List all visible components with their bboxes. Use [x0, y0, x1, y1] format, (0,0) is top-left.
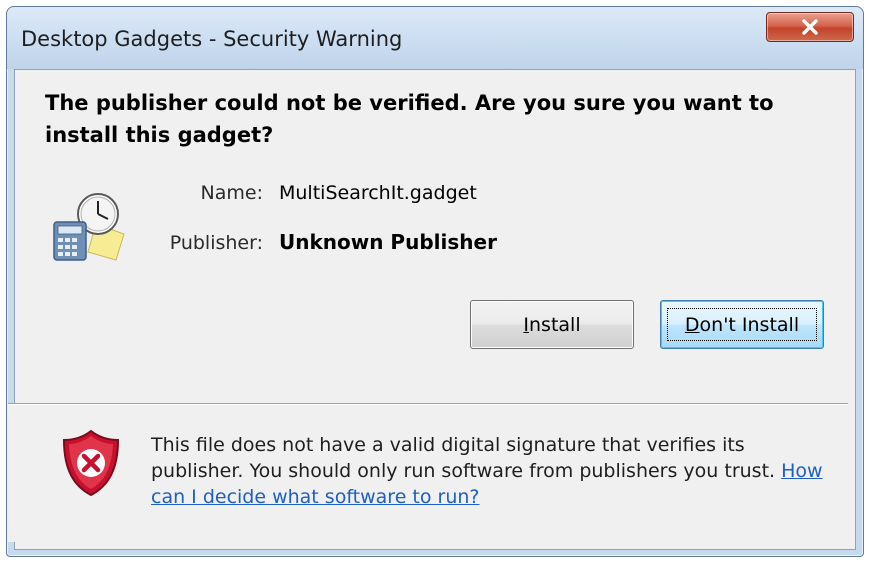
- name-value: MultiSearchIt.gadget: [279, 182, 477, 204]
- gadget-calculator-clock-icon: [53, 193, 125, 261]
- install-label: nstall: [529, 313, 581, 336]
- close-icon: [802, 19, 818, 35]
- warning-text: This file does not have a valid digital …: [151, 434, 782, 482]
- dialog-headline: The publisher could not be verified. Are…: [45, 91, 774, 147]
- window-title: Desktop Gadgets - Security Warning: [21, 27, 403, 51]
- dont-install-label: on't Install: [699, 313, 800, 336]
- dont-install-button[interactable]: Don't Install: [660, 300, 824, 349]
- signature-warning: This file does not have a valid digital …: [151, 432, 841, 510]
- title-bar[interactable]: Desktop Gadgets - Security Warning: [7, 7, 863, 69]
- dont-install-mnemonic: D: [684, 313, 700, 336]
- publisher-value: Unknown Publisher: [279, 230, 497, 254]
- close-button[interactable]: [766, 12, 854, 42]
- name-label: Name:: [200, 182, 263, 204]
- security-shield-x-icon: [62, 429, 120, 497]
- publisher-label: Publisher:: [169, 232, 263, 254]
- install-button[interactable]: Install: [470, 300, 634, 349]
